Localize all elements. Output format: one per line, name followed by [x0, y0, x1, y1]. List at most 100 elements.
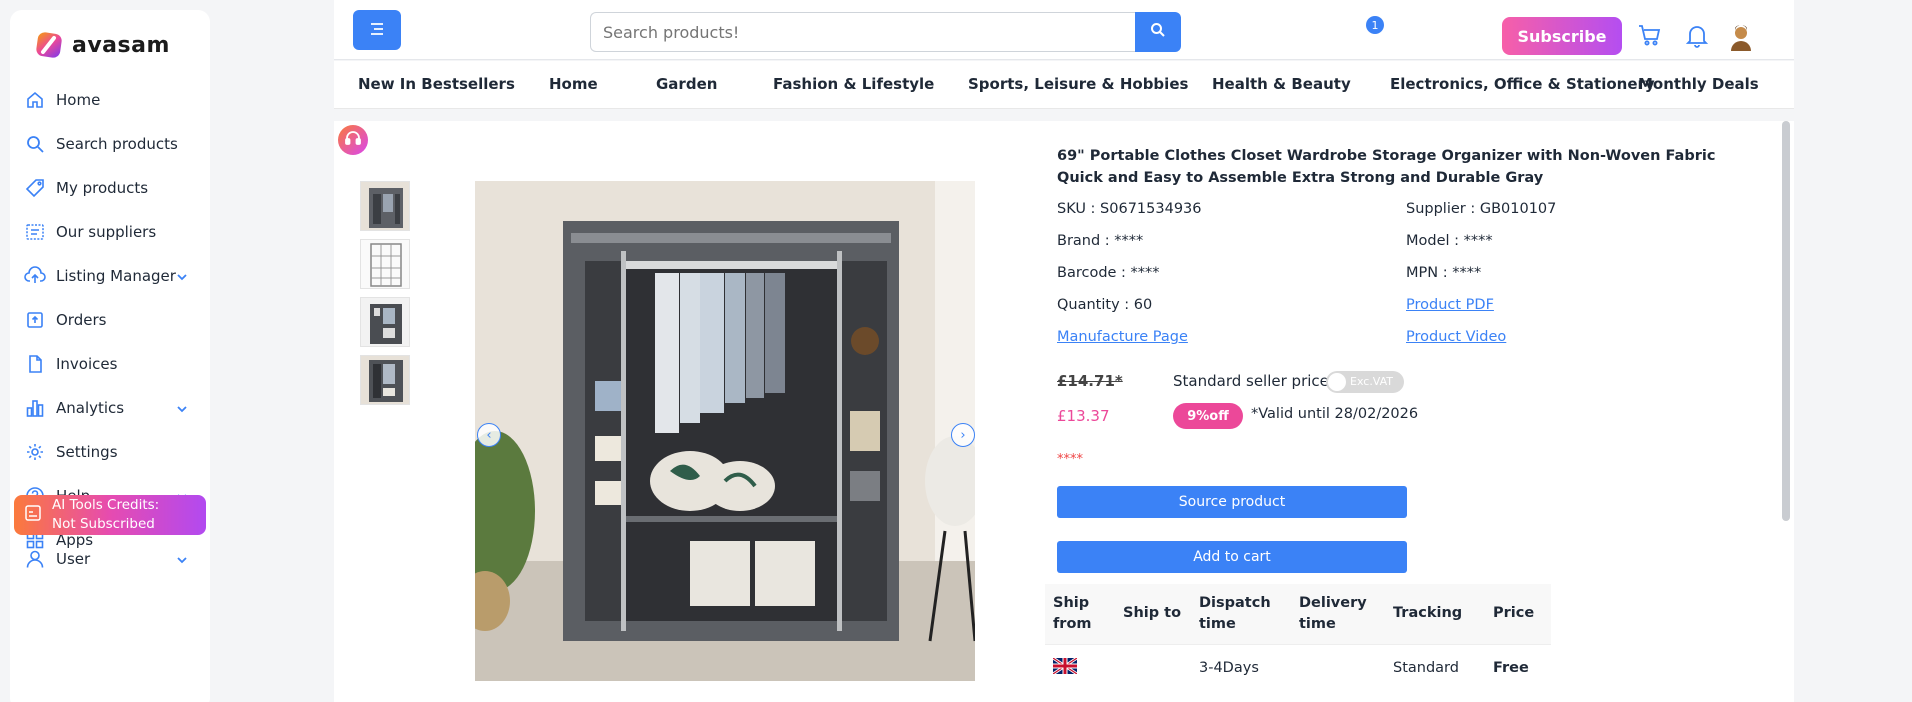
chevron-right-icon: › — [960, 427, 966, 443]
manufacture-page-link[interactable]: Manufacture Page — [1057, 329, 1188, 345]
search-input[interactable] — [590, 12, 1135, 52]
tag-icon — [24, 177, 46, 199]
table-row: 3-4Days Standard Free — [1045, 643, 1551, 692]
hamburger-icon — [368, 21, 386, 40]
sidebar-item-our-suppliers[interactable]: Our suppliers — [10, 210, 210, 254]
ship-to-cell — [1115, 643, 1191, 692]
brand-name: avasam — [72, 32, 170, 58]
product-model: Model : **** — [1406, 233, 1493, 249]
category-health-beauty[interactable]: Health & Beauty — [1212, 75, 1351, 93]
cart-icon[interactable] — [1638, 24, 1662, 50]
ai-tools-credits-banner[interactable]: AI Tools Credits: Not Subscribed — [14, 495, 206, 535]
original-price: £14.71* — [1057, 372, 1123, 390]
column-dispatch-time: Dispatch time — [1191, 584, 1291, 644]
product-main-image — [475, 181, 975, 681]
category-monthly-deals[interactable]: Monthly Deals — [1638, 75, 1759, 93]
chevron-down-icon[interactable] — [176, 400, 188, 419]
table-header-row: Ship from Ship to Dispatch time Delivery… — [1045, 584, 1551, 644]
sidebar-item-user[interactable]: User — [10, 537, 210, 581]
product-thumbnail[interactable] — [360, 181, 410, 231]
product-supplier: Supplier : GB010107 — [1406, 201, 1557, 217]
product-barcode: Barcode : **** — [1057, 265, 1160, 281]
notification-badge: 1 — [1366, 16, 1384, 34]
category-home[interactable]: Home — [549, 75, 598, 93]
product-sku: SKU : S0671534936 — [1057, 201, 1202, 217]
sidebar-item-label: Settings — [56, 443, 118, 461]
search-button[interactable] — [1135, 12, 1181, 52]
supplier-icon — [24, 221, 46, 243]
product-quantity: Quantity : 60 — [1057, 297, 1153, 313]
sidebar-item-settings[interactable]: Settings — [10, 430, 210, 474]
bar-chart-icon — [24, 397, 46, 419]
sidebar: avasam Home Search products My products … — [10, 10, 210, 702]
sidebar-item-label: User — [56, 550, 91, 568]
price-cell: Free — [1485, 643, 1551, 692]
category-sports-leisure-hobbies[interactable]: Sports, Leisure & Hobbies — [968, 75, 1188, 93]
prev-image-button[interactable]: ‹ — [477, 423, 501, 447]
product-mpn: MPN : **** — [1406, 265, 1482, 281]
sidebar-item-invoices[interactable]: Invoices — [10, 342, 210, 386]
ai-credits-line1: AI Tools Credits: — [52, 497, 160, 513]
chevron-down-icon[interactable] — [176, 551, 188, 570]
ai-credits-label: AI Tools Credits: Not Subscribed — [52, 496, 159, 534]
product-pdf-link[interactable]: Product PDF — [1406, 297, 1494, 313]
masked-rating: **** — [1057, 452, 1083, 467]
support-headset-button[interactable] — [338, 125, 368, 155]
category-electronics-office-stationery[interactable]: Electronics, Office & Stationery — [1390, 75, 1655, 93]
product-thumbnail[interactable] — [360, 297, 410, 347]
orders-icon — [24, 309, 46, 331]
sidebar-item-label: Our suppliers — [56, 223, 157, 241]
subscribe-button[interactable]: Subscribe — [1502, 17, 1622, 55]
brand-logo[interactable]: avasam — [34, 30, 170, 60]
ship-from-cell — [1045, 643, 1115, 692]
source-product-button[interactable]: Source product — [1057, 486, 1407, 518]
scrollbar[interactable] — [1782, 121, 1790, 521]
avatar[interactable] — [1728, 24, 1754, 56]
menu-toggle-button[interactable] — [353, 10, 401, 50]
sidebar-item-analytics[interactable]: Analytics — [10, 386, 210, 430]
standard-seller-price-label: Standard seller price — [1173, 372, 1329, 390]
add-to-cart-button[interactable]: Add to cart — [1057, 541, 1407, 573]
category-garden[interactable]: Garden — [656, 75, 717, 93]
cloud-upload-icon — [24, 265, 46, 287]
bell-icon[interactable] — [1685, 24, 1709, 52]
next-image-button[interactable]: › — [951, 423, 975, 447]
sidebar-item-orders[interactable]: Orders — [10, 298, 210, 342]
search-bar — [590, 12, 1181, 52]
sidebar-item-home[interactable]: Home — [10, 78, 210, 122]
product-brand: Brand : **** — [1057, 233, 1144, 249]
gear-icon — [24, 441, 46, 463]
category-new-in-bestsellers[interactable]: New In Bestsellers — [358, 75, 515, 93]
sidebar-nav: Home Search products My products Our sup… — [10, 78, 210, 562]
sidebar-item-label: Analytics — [56, 399, 125, 417]
top-header: Subscribe — [334, 0, 1794, 60]
headset-icon — [344, 129, 362, 151]
column-ship-to: Ship to — [1115, 584, 1191, 644]
search-icon — [1150, 22, 1166, 42]
sidebar-item-my-products[interactable]: My products — [10, 166, 210, 210]
category-fashion-lifestyle[interactable]: Fashion & Lifestyle — [773, 75, 934, 93]
column-delivery-time: Delivery time — [1291, 584, 1385, 644]
ai-icon — [24, 504, 42, 526]
toggle-knob — [1328, 373, 1346, 391]
sidebar-item-listing-manager[interactable]: Listing Manager — [10, 254, 210, 298]
discount-badge: 9%off — [1173, 403, 1243, 429]
chevron-down-icon[interactable] — [176, 268, 188, 287]
vat-toggle[interactable]: Exc.VAT — [1326, 371, 1404, 393]
sidebar-item-label: Orders — [56, 311, 107, 329]
ai-credits-line2: Not Subscribed — [52, 516, 155, 532]
shipping-table: Ship from Ship to Dispatch time Delivery… — [1045, 584, 1551, 692]
sidebar-item-search-products[interactable]: Search products — [10, 122, 210, 166]
chevron-left-icon: ‹ — [486, 427, 492, 443]
delivery-time-cell — [1291, 643, 1385, 692]
document-icon — [24, 353, 46, 375]
uk-flag-icon — [1052, 657, 1078, 678]
product-video-link[interactable]: Product Video — [1406, 329, 1506, 345]
sale-price: £13.37 — [1057, 407, 1110, 425]
sidebar-item-label: Home — [56, 91, 101, 109]
sidebar-item-label: Search products — [56, 135, 178, 153]
search-icon — [24, 133, 46, 155]
product-thumbnail[interactable] — [360, 355, 410, 405]
category-nav: New In Bestsellers Home Garden Fashion &… — [334, 61, 1794, 109]
product-thumbnail[interactable] — [360, 239, 410, 289]
